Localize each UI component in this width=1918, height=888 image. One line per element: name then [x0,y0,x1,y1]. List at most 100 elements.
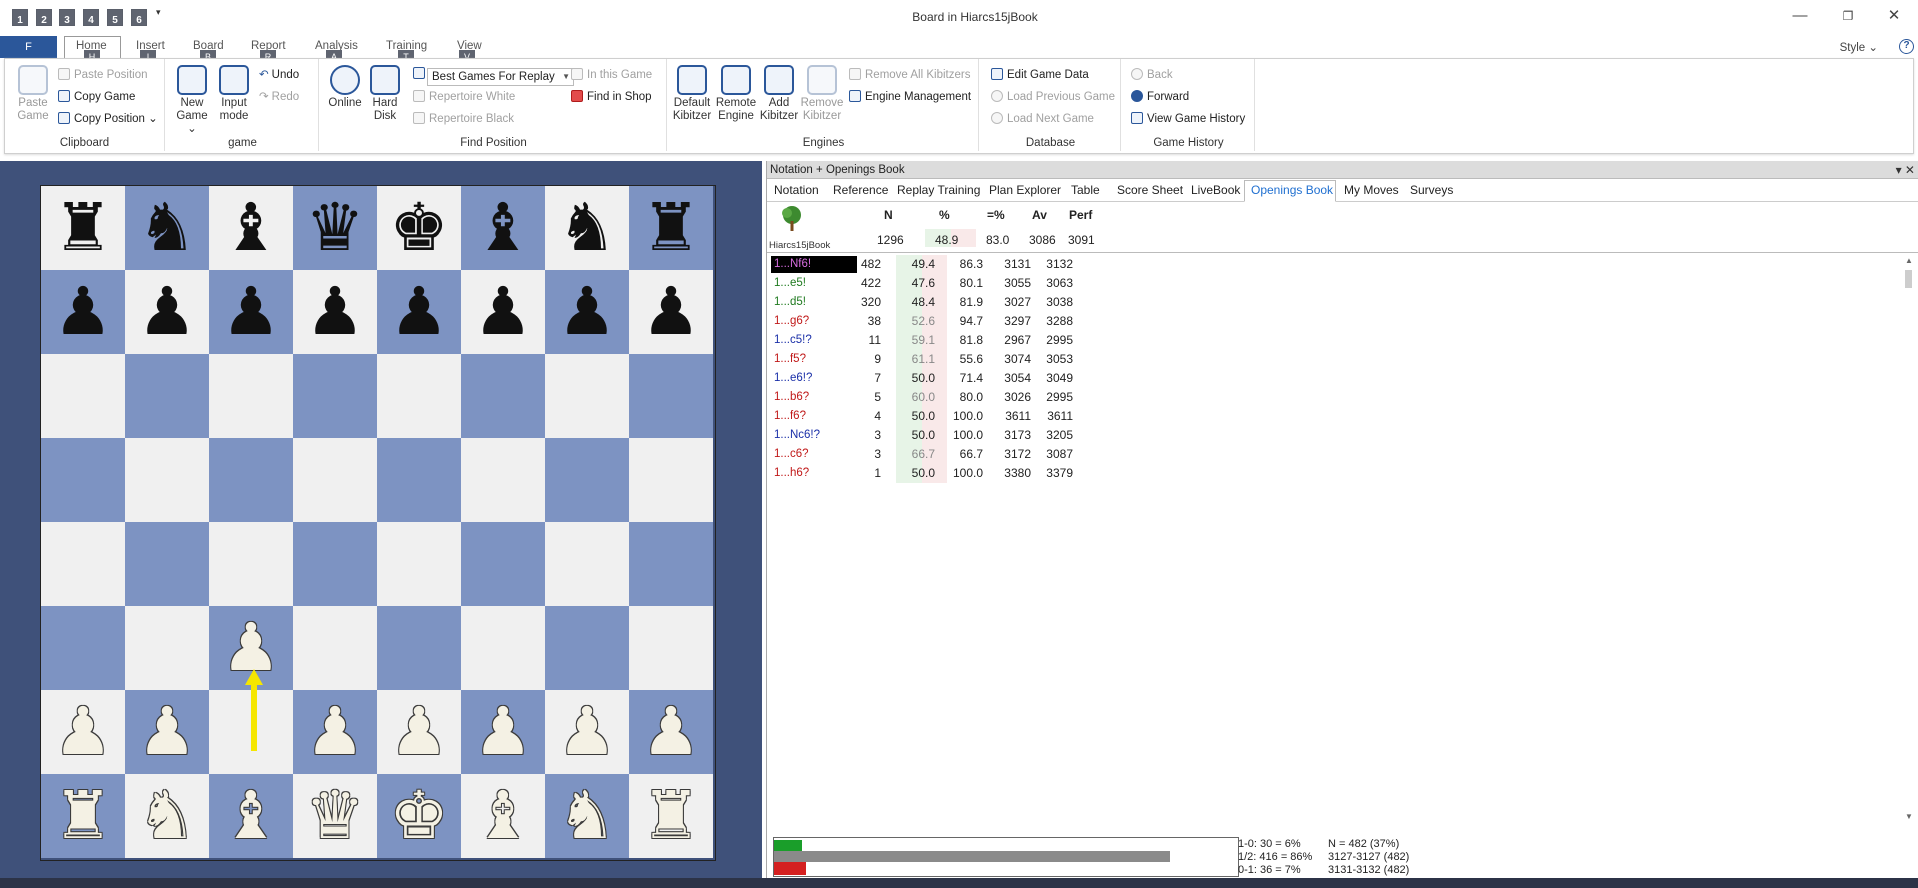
square-e3[interactable] [377,606,461,690]
scrollbar[interactable]: ▲ ▼ [1904,256,1914,821]
black-knight-icon[interactable]: ♞ [137,186,196,270]
square-d1[interactable]: ♛ [293,774,377,858]
white-queen-icon[interactable]: ♛ [305,774,364,858]
file-button[interactable]: F [0,36,57,58]
square-e5[interactable] [377,438,461,522]
book-move-row[interactable]: 1...c6? 3 66.7 66.7 3172 3087 [771,445,1911,464]
tab-table[interactable]: Table [1071,183,1100,197]
book-move-row[interactable]: 1...Nf6! 482 49.4 86.3 3131 3132 [771,255,1911,274]
square-c1[interactable]: ♝ [209,774,293,858]
white-bishop-icon[interactable]: ♝ [473,774,532,858]
square-h8[interactable]: ♜ [629,186,713,270]
square-a2[interactable]: ♟ [41,690,125,774]
square-e4[interactable] [377,522,461,606]
square-f7[interactable]: ♟ [461,270,545,354]
square-a4[interactable] [41,522,125,606]
white-bishop-icon[interactable]: ♝ [221,774,280,858]
black-pawn-icon[interactable]: ♟ [53,270,112,354]
white-rook-icon[interactable]: ♜ [641,774,700,858]
book-move-row[interactable]: 1...Nc6!? 3 50.0 100.0 3173 3205 [771,426,1911,445]
white-rook-icon[interactable]: ♜ [53,774,112,858]
square-e6[interactable] [377,354,461,438]
book-move-row[interactable]: 1...g6? 38 52.6 94.7 3297 3288 [771,312,1911,331]
copy-game-button[interactable]: Copy Game [58,88,135,106]
white-knight-icon[interactable]: ♞ [557,774,616,858]
square-a8[interactable]: ♜ [41,186,125,270]
square-h6[interactable] [629,354,713,438]
square-b3[interactable] [125,606,209,690]
black-bishop-icon[interactable]: ♝ [473,186,532,270]
square-g3[interactable] [545,606,629,690]
repertoire-black-button[interactable]: Repertoire Black [413,110,514,128]
input-mode-button[interactable]: Input mode [215,65,253,123]
engine-management-button[interactable]: Engine Management [849,88,971,106]
square-b7[interactable]: ♟ [125,270,209,354]
black-pawn-icon[interactable]: ♟ [641,270,700,354]
square-a7[interactable]: ♟ [41,270,125,354]
black-knight-icon[interactable]: ♞ [557,186,616,270]
tab-my-moves[interactable]: My Moves [1344,183,1399,197]
black-pawn-icon[interactable]: ♟ [137,270,196,354]
square-g4[interactable] [545,522,629,606]
tab-replay-training[interactable]: Replay Training [897,183,980,197]
square-g1[interactable]: ♞ [545,774,629,858]
square-a3[interactable] [41,606,125,690]
tab-openings-book[interactable]: Openings Book [1251,183,1333,197]
square-g6[interactable] [545,354,629,438]
white-pawn-icon[interactable]: ♟ [557,690,616,774]
square-e1[interactable]: ♚ [377,774,461,858]
redo-button[interactable]: ↷ Redo [259,88,299,106]
load-next-game-button[interactable]: Load Next Game [991,110,1094,128]
square-h4[interactable] [629,522,713,606]
hard-disk-button[interactable]: Hard Disk [367,65,403,123]
square-e7[interactable]: ♟ [377,270,461,354]
square-a5[interactable] [41,438,125,522]
remove-all-kibitzers-button[interactable]: Remove All Kibitzers [849,66,970,84]
forward-button[interactable]: Forward [1131,88,1189,106]
tab-notation[interactable]: Notation [774,183,819,197]
square-h3[interactable] [629,606,713,690]
square-d8[interactable]: ♛ [293,186,377,270]
help-icon[interactable]: ? [1899,39,1914,54]
add-kibitzer-button[interactable]: Add Kibitzer [759,65,799,123]
load-previous-game-button[interactable]: Load Previous Game [991,88,1115,106]
square-b4[interactable] [125,522,209,606]
black-rook-icon[interactable]: ♜ [53,186,112,270]
chess-board[interactable]: ♜ ♞ ♝ ♛ ♚ ♝ ♞ ♜ ♟ ♟ ♟ ♟ ♟ ♟ ♟ ♟ ♟ ♟ ♟ ♟ ♟ ♟ ♟ ♟ ♜ ♞ ♝ ♛ ♚ ♝ ♞ ♜ [40,185,716,861]
square-h5[interactable] [629,438,713,522]
restore-icon[interactable]: ❐ [1836,6,1860,26]
book-move-row[interactable]: 1...c5!? 11 59.1 81.8 2967 2995 [771,331,1911,350]
square-g5[interactable] [545,438,629,522]
paste-game-button[interactable]: Paste Game [13,65,53,123]
remove-kibitzer-button[interactable]: Remove Kibitzer [799,65,845,123]
book-move-row[interactable]: 1...d5! 320 48.4 81.9 3027 3038 [771,293,1911,312]
square-g7[interactable]: ♟ [545,270,629,354]
square-f6[interactable] [461,354,545,438]
white-pawn-icon[interactable]: ♟ [305,690,364,774]
edit-game-data-button[interactable]: Edit Game Data [991,66,1089,84]
book-move-row[interactable]: 1...f5? 9 61.1 55.6 3074 3053 [771,350,1911,369]
minimize-icon[interactable]: — [1788,6,1812,26]
book-move-row[interactable]: 1...e5! 422 47.6 80.1 3055 3063 [771,274,1911,293]
white-pawn-icon[interactable]: ♟ [389,690,448,774]
square-h7[interactable]: ♟ [629,270,713,354]
games-source-dropdown[interactable]: Best Games For Replay ▼ [427,68,574,86]
tab-score-sheet[interactable]: Score Sheet [1117,183,1183,197]
square-f3[interactable] [461,606,545,690]
square-f1[interactable]: ♝ [461,774,545,858]
square-g2[interactable]: ♟ [545,690,629,774]
online-button[interactable]: Online [325,65,365,110]
square-d7[interactable]: ♟ [293,270,377,354]
square-d3[interactable] [293,606,377,690]
square-c4[interactable] [209,522,293,606]
undo-button[interactable]: ↶ Undo [259,66,299,84]
square-b5[interactable] [125,438,209,522]
book-move-row[interactable]: 1...e6!? 7 50.0 71.4 3054 3049 [771,369,1911,388]
white-pawn-icon[interactable]: ♟ [137,690,196,774]
copy-position-button[interactable]: Copy Position ⌄ [58,110,158,128]
square-e2[interactable]: ♟ [377,690,461,774]
back-button[interactable]: Back [1131,66,1173,84]
square-c8[interactable]: ♝ [209,186,293,270]
scroll-down-icon[interactable]: ▼ [1904,812,1914,821]
book-move-row[interactable]: 1...b6? 5 60.0 80.0 3026 2995 [771,388,1911,407]
